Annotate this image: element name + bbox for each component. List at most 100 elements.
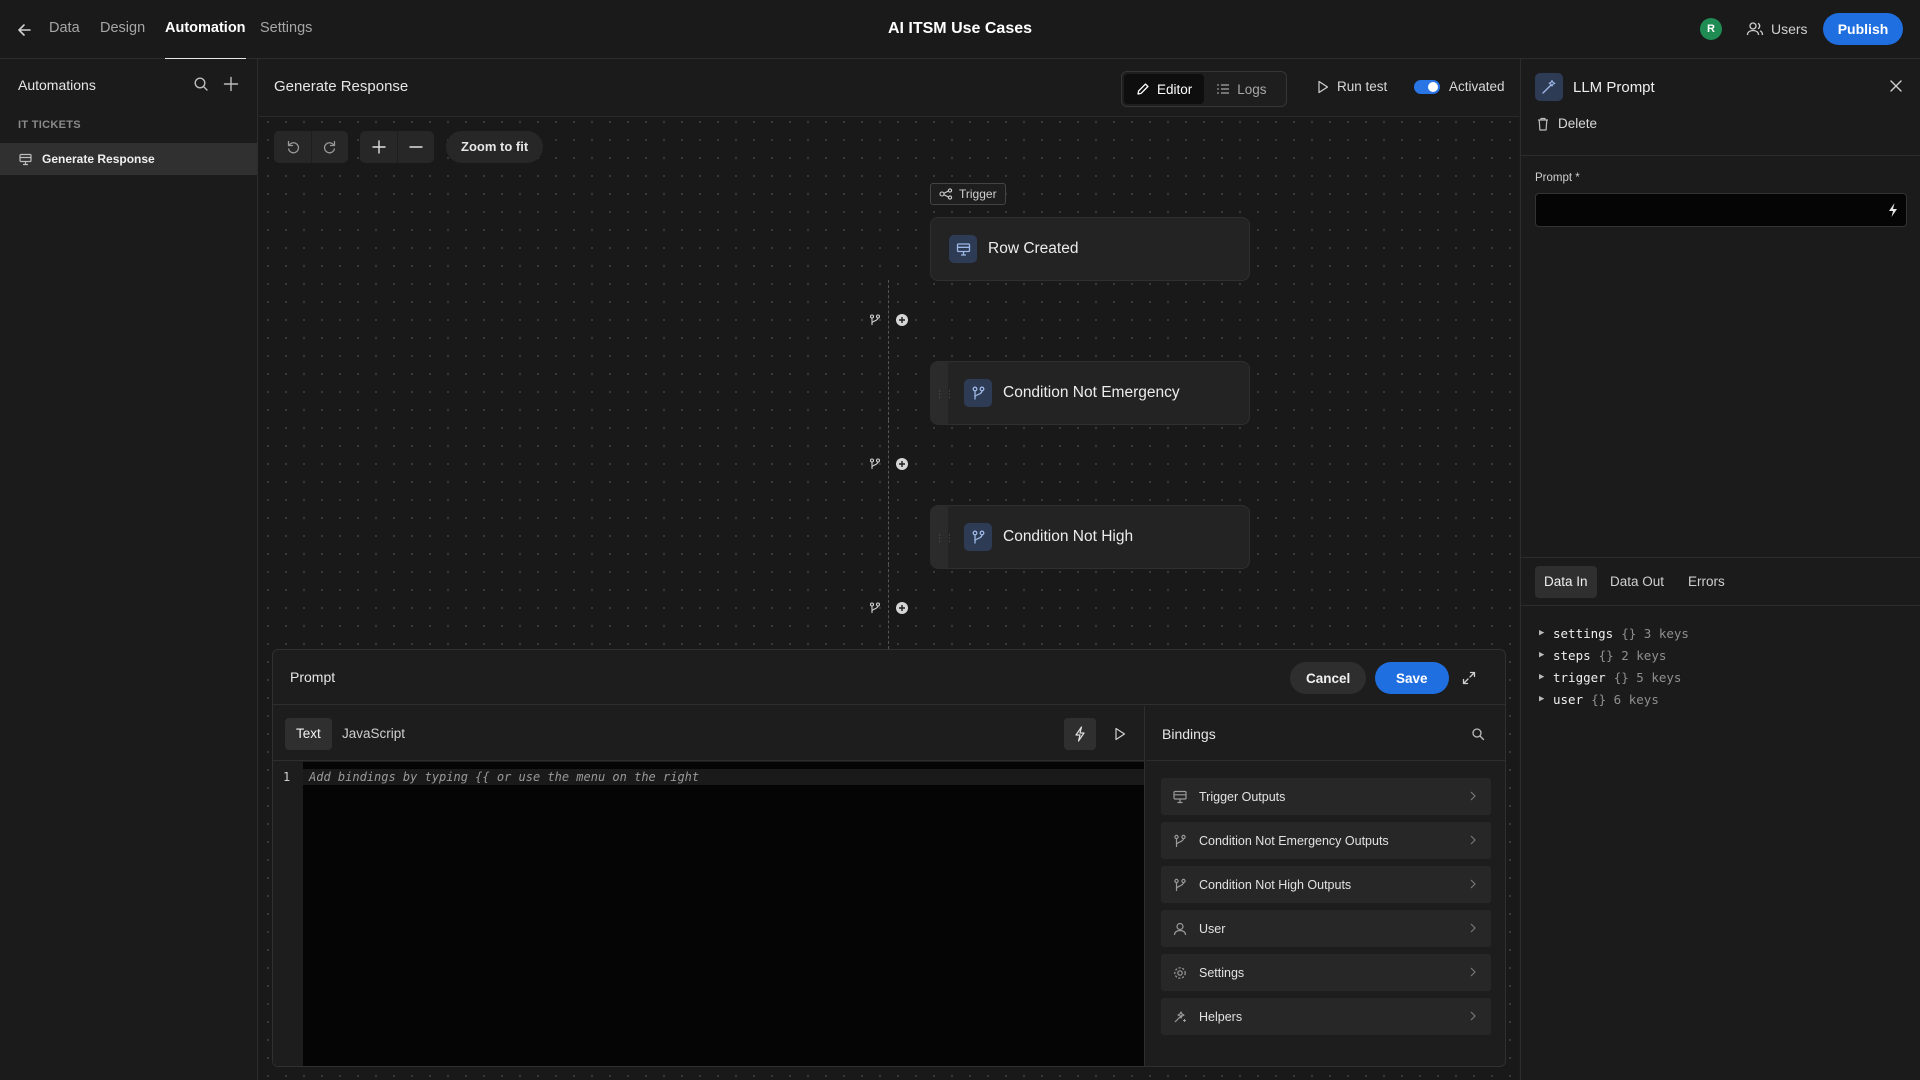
binding-label: Trigger Outputs: [1199, 789, 1286, 804]
nav-tab-data[interactable]: Data: [49, 0, 80, 59]
nav-tab-settings[interactable]: Settings: [260, 0, 312, 59]
lightning-icon: [1075, 726, 1085, 742]
sidebar-item-generate-response[interactable]: Generate Response: [0, 143, 257, 175]
user-icon: [1173, 922, 1187, 935]
tab-javascript[interactable]: JavaScript: [331, 718, 416, 750]
add-branch-button[interactable]: [869, 602, 881, 614]
drawer-title: Prompt: [290, 669, 336, 685]
cancel-button[interactable]: Cancel: [1290, 662, 1367, 694]
code-editor[interactable]: 1 Add bindings by typing {{ or use the m…: [273, 762, 1144, 1066]
run-preview-button[interactable]: [1108, 718, 1132, 750]
logs-tab[interactable]: Logs: [1204, 74, 1278, 104]
tree-node-settings[interactable]: ▶ settings {} 3 keys: [1539, 625, 1689, 641]
step-node-condition-not-high[interactable]: ⋮⋮ Condition Not High: [930, 505, 1250, 569]
drag-handle-icon[interactable]: ⋮⋮: [935, 533, 955, 544]
add-step-button[interactable]: [895, 457, 909, 471]
canvas-header: Generate Response Editor Logs Run test A…: [259, 59, 1519, 117]
activated-label: Activated: [1449, 79, 1505, 94]
helpers-icon: [1174, 1010, 1186, 1022]
add-step-button[interactable]: [895, 313, 909, 327]
run-test-button[interactable]: Run test: [1317, 79, 1387, 94]
trigger-tag: Trigger: [930, 183, 1006, 205]
search-icon[interactable]: [1471, 727, 1485, 741]
zoom-in-button[interactable]: [360, 131, 397, 163]
bindings-pane: Bindings Trigger Outputs Condition Not E…: [1146, 706, 1505, 1066]
top-bar: Data Design Automation Settings AI ITSM …: [0, 0, 1920, 60]
branch-icon: [1174, 878, 1186, 891]
step-node-condition-not-emergency[interactable]: ⋮⋮ Condition Not Emergency: [930, 361, 1250, 425]
lightning-icon[interactable]: [1886, 202, 1900, 218]
trigger-tag-label: Trigger: [959, 187, 997, 201]
tree-node-user[interactable]: ▶ user {} 6 keys: [1539, 691, 1659, 707]
back-arrow-icon[interactable]: [14, 19, 36, 41]
trigger-icon: [939, 188, 953, 200]
chevron-right-icon: [1470, 1011, 1476, 1021]
tree-key: steps: [1553, 647, 1591, 663]
delete-step-button[interactable]: Delete: [1537, 116, 1597, 131]
delete-label: Delete: [1558, 116, 1598, 131]
tab-data-in[interactable]: Data In: [1535, 566, 1597, 598]
llm-prompt-icon: [1542, 79, 1556, 94]
tree-node-steps[interactable]: ▶ steps {} 2 keys: [1539, 647, 1666, 663]
avatar[interactable]: R: [1700, 18, 1722, 40]
close-icon[interactable]: [1889, 79, 1903, 93]
binding-user[interactable]: User: [1161, 910, 1491, 947]
gear-icon: [1174, 966, 1186, 979]
add-branch-button[interactable]: [869, 314, 881, 326]
tab-text[interactable]: Text: [285, 718, 332, 750]
tab-errors[interactable]: Errors: [1679, 566, 1734, 598]
editor-tab[interactable]: Editor: [1124, 74, 1205, 104]
binding-helpers[interactable]: Helpers: [1161, 998, 1491, 1035]
publish-button[interactable]: Publish: [1823, 13, 1903, 45]
tree-meta: {} 2 keys: [1598, 647, 1667, 663]
binding-condition-not-emergency-outputs[interactable]: Condition Not Emergency Outputs: [1161, 822, 1491, 859]
activated-toggle[interactable]: [1414, 79, 1440, 94]
add-step-button[interactable]: [895, 601, 909, 615]
pencil-icon: [1137, 83, 1149, 95]
add-circle-icon: [896, 602, 908, 614]
undo-button[interactable]: [274, 131, 311, 163]
drag-handle-icon[interactable]: ⋮⋮: [935, 389, 955, 400]
branch-icon: [869, 314, 881, 325]
zoom-to-fit-button[interactable]: Zoom to fit: [446, 131, 544, 163]
editor-logs-toggle: Editor Logs: [1121, 71, 1287, 107]
logs-tab-label: Logs: [1237, 81, 1267, 97]
table-row-icon: [956, 242, 970, 256]
line-number: 1: [283, 770, 291, 784]
binding-settings[interactable]: Settings: [1161, 954, 1491, 991]
editor-mode-tabs: Text JavaScript: [273, 706, 1144, 761]
node-icon-box: [949, 235, 977, 263]
redo-icon: [323, 140, 336, 154]
add-automation-icon[interactable]: [222, 75, 240, 93]
node-label: Row Created: [988, 240, 1079, 257]
search-icon[interactable]: [192, 75, 210, 93]
automation-canvas: Generate Response Editor Logs Run test A…: [259, 59, 1519, 1080]
divider: [1521, 155, 1920, 156]
nav-tab-automation[interactable]: Automation: [165, 0, 246, 60]
expand-icon[interactable]: [1461, 670, 1477, 686]
nav-tab-design[interactable]: Design: [100, 0, 145, 59]
add-branch-button[interactable]: [869, 458, 881, 470]
users-button[interactable]: Users: [1746, 16, 1808, 42]
table-row-icon: [1173, 790, 1187, 803]
tree-node-trigger[interactable]: ▶ trigger {} 5 keys: [1539, 669, 1681, 685]
chevron-right-icon: [1470, 879, 1476, 889]
trash-icon: [1538, 117, 1548, 131]
sidebar-item-label: Generate Response: [42, 152, 155, 166]
activated-toggle-wrap: Activated: [1414, 79, 1505, 94]
step-node-row-created[interactable]: Row Created: [930, 217, 1250, 281]
automations-sidebar: Automations IT TICKETS Generate Response: [0, 59, 258, 1080]
tree-key: trigger: [1553, 669, 1606, 685]
prompt-input[interactable]: [1535, 193, 1907, 227]
save-button[interactable]: Save: [1375, 662, 1449, 694]
zoom-out-button[interactable]: [397, 131, 434, 163]
bindings-toggle-button[interactable]: [1064, 718, 1096, 750]
binding-trigger-outputs[interactable]: Trigger Outputs: [1161, 778, 1491, 815]
redo-button[interactable]: [311, 131, 348, 163]
plus-icon: [371, 140, 386, 154]
binding-condition-not-high-outputs[interactable]: Condition Not High Outputs: [1161, 866, 1491, 903]
caret-right-icon: ▶: [1539, 672, 1545, 682]
sidebar-title: Automations: [18, 77, 96, 93]
step-actions: [869, 599, 909, 617]
tab-data-out[interactable]: Data Out: [1601, 566, 1673, 598]
